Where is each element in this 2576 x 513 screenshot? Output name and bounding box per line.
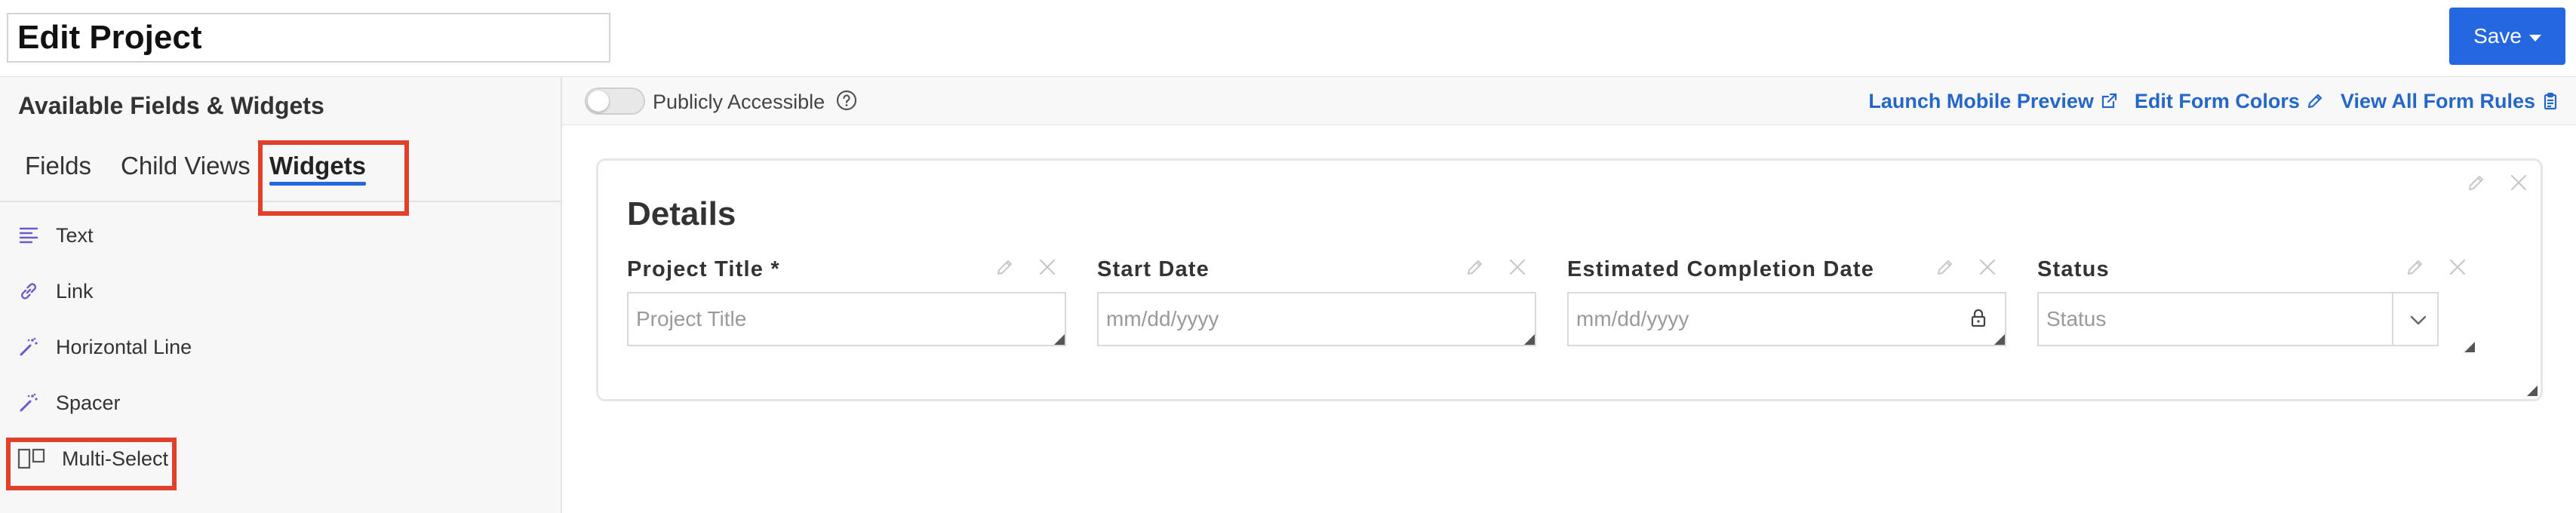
widget-item-multi-select[interactable]: Multi-Select — [17, 436, 168, 481]
tab-child-views-label: Child Views — [121, 152, 251, 180]
resize-grip-icon[interactable] — [1994, 334, 2005, 345]
widget-item-spacer[interactable]: Spacer — [17, 380, 121, 425]
magic-wand-icon — [17, 391, 41, 415]
resize-grip-icon[interactable] — [1054, 334, 1065, 345]
remove-field-close-icon[interactable] — [2446, 256, 2469, 278]
lock-icon — [1971, 309, 1986, 327]
sidebar-tabs: Fields Child Views Widgets — [0, 130, 562, 202]
edit-section-pencil-icon[interactable] — [2465, 171, 2488, 194]
help-circle-icon[interactable] — [835, 89, 858, 112]
columns-icon — [17, 447, 47, 471]
save-button[interactable]: Save — [2449, 8, 2565, 65]
widget-item-label: Text — [56, 223, 94, 247]
tab-fields-label: Fields — [25, 152, 92, 180]
link-icon — [17, 279, 41, 303]
toolbar-links: Launch Mobile Preview Edit Form Colors V… — [1868, 77, 2559, 125]
select-divider — [2392, 293, 2393, 345]
widget-item-label: Spacer — [56, 391, 121, 414]
field-tools — [1464, 256, 1529, 278]
remove-field-close-icon[interactable] — [1976, 256, 1999, 278]
section-title: Details — [627, 195, 736, 232]
edit-form-colors-link[interactable]: Edit Form Colors — [2135, 90, 2324, 113]
clipboard-icon — [2544, 92, 2557, 110]
chevron-down-icon[interactable] — [2405, 307, 2431, 333]
caret-down-icon — [2528, 34, 2541, 41]
field-tools — [1934, 256, 1999, 278]
details-section-card: Details Project Title * Start Date Estim… — [596, 158, 2543, 401]
top-header: Save — [0, 0, 2576, 77]
project-title-field[interactable] — [627, 292, 1066, 346]
widget-item-label: Multi-Select — [62, 447, 169, 470]
align-left-icon — [17, 223, 41, 247]
project-title-input[interactable] — [7, 13, 610, 63]
tab-fields[interactable]: Fields — [25, 130, 91, 202]
field-label: Start Date — [1097, 257, 1210, 281]
public-access-toggle[interactable] — [585, 88, 645, 115]
widget-item-link[interactable]: Link — [17, 269, 94, 314]
view-all-form-rules-link[interactable]: View All Form Rules — [2341, 90, 2559, 113]
remove-field-close-icon[interactable] — [1036, 256, 1059, 278]
section-resize-grip-icon[interactable] — [2527, 386, 2538, 396]
resize-grip-icon[interactable] — [2464, 342, 2475, 352]
remove-section-close-icon[interactable] — [2507, 171, 2530, 194]
widget-item-text[interactable]: Text — [17, 213, 94, 258]
status-select[interactable] — [2037, 292, 2439, 346]
widget-item-horizontal-line[interactable]: Horizontal Line — [17, 324, 192, 370]
public-access-label: Publicly Accessible — [653, 91, 825, 113]
tab-child-views[interactable]: Child Views — [121, 130, 251, 202]
toggle-knob — [588, 91, 609, 112]
external-link-icon — [2101, 93, 2117, 109]
pencil-icon — [2307, 94, 2322, 109]
field-label: Status — [2037, 257, 2110, 281]
magic-wand-icon — [17, 335, 41, 359]
form-toolbar: Publicly Accessible Launch Mobile Previe… — [562, 77, 2576, 125]
resize-grip-icon[interactable] — [1524, 334, 1535, 345]
remove-field-close-icon[interactable] — [1506, 256, 1529, 278]
edit-field-pencil-icon[interactable] — [1934, 256, 1957, 278]
start-date-field[interactable] — [1097, 292, 1536, 346]
section-tools — [2465, 171, 2530, 194]
field-label: Estimated Completion Date — [1567, 257, 1875, 281]
link-label: View All Form Rules — [2340, 89, 2535, 112]
launch-mobile-preview-link[interactable]: Launch Mobile Preview — [1868, 90, 2118, 113]
widget-item-label: Link — [56, 279, 94, 303]
field-label: Project Title * — [627, 257, 780, 281]
edit-field-pencil-icon[interactable] — [994, 256, 1016, 278]
field-tools — [994, 256, 1059, 278]
widget-item-label: Horizontal Line — [56, 335, 192, 358]
tab-widgets[interactable]: Widgets — [269, 130, 367, 202]
edit-field-pencil-icon[interactable] — [2404, 256, 2427, 278]
sidebar: Available Fields & Widgets Fields Child … — [0, 77, 562, 513]
tab-widgets-label: Widgets — [269, 152, 367, 180]
edit-field-pencil-icon[interactable] — [1464, 256, 1486, 278]
sidebar-title: Available Fields & Widgets — [18, 92, 324, 119]
link-label: Edit Form Colors — [2134, 89, 2300, 112]
save-button-label: Save — [2473, 24, 2522, 48]
link-label: Launch Mobile Preview — [1868, 89, 2094, 112]
estimated-completion-date-field[interactable] — [1567, 292, 2006, 346]
field-tools — [2404, 256, 2469, 278]
